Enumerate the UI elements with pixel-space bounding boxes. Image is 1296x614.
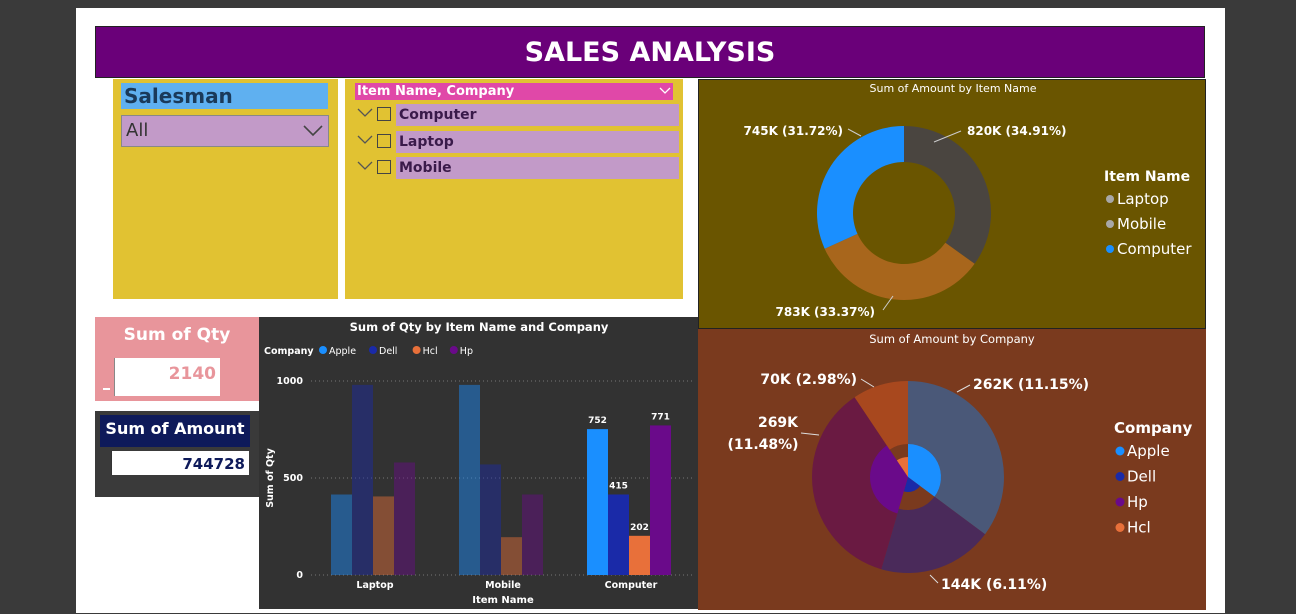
bar bbox=[373, 496, 394, 575]
leader-line bbox=[847, 128, 862, 137]
slice-data-label: 262K (11.15%) bbox=[973, 377, 1089, 393]
amount-item-donut-chart: Sum of Amount by Item Name 820K (34.91%) 7… bbox=[744, 82, 1193, 319]
bar bbox=[352, 384, 373, 575]
leader-line bbox=[956, 384, 971, 393]
chevron-down-icon[interactable] bbox=[659, 87, 671, 95]
qty-card-marker bbox=[103, 388, 110, 390]
bar bbox=[331, 494, 352, 575]
chart-title: Sum of Amount by Company bbox=[869, 332, 1035, 346]
chart-title: Sum of Amount by Item Name bbox=[870, 82, 1037, 95]
bar bbox=[608, 494, 629, 575]
item-slicer-item[interactable]: Mobile bbox=[355, 157, 679, 179]
bar bbox=[459, 384, 480, 575]
qty-bar-chart-panel: Sum of Qty by Item Name and Company Compa… bbox=[259, 317, 698, 609]
legend-marker bbox=[1115, 497, 1125, 507]
legend-marker bbox=[1115, 446, 1125, 456]
item-slicer-header: Item Name, Company bbox=[355, 83, 673, 100]
legend-marker bbox=[412, 346, 421, 354]
item-slicer-item-label: Computer bbox=[396, 104, 679, 126]
legend-label: Hcl bbox=[423, 346, 438, 357]
item-slicer-header-label: Item Name, Company bbox=[357, 84, 515, 99]
legend-label: Hp bbox=[1127, 493, 1148, 511]
bar-data-label: 415 bbox=[609, 481, 628, 491]
leader-line bbox=[929, 574, 939, 584]
checkbox[interactable] bbox=[377, 107, 391, 121]
legend-label: Dell bbox=[1127, 468, 1156, 486]
legend-label: Apple bbox=[329, 346, 356, 357]
amount-item-donut-panel: Sum of Amount by Item Name 820K (34.91%) 7… bbox=[698, 79, 1206, 329]
checkbox[interactable] bbox=[377, 134, 391, 148]
item-slicer-item-label: Laptop bbox=[396, 131, 679, 153]
slice-data-label: 820K (34.91%) bbox=[967, 124, 1066, 138]
x-tick-label: Mobile bbox=[485, 580, 521, 591]
legend-title: Company bbox=[264, 346, 314, 357]
qty-card-value: 2140 bbox=[114, 358, 220, 396]
y-axis-label: Sum of Qty bbox=[265, 447, 276, 507]
bar bbox=[480, 464, 501, 575]
legend-marker bbox=[319, 346, 327, 354]
x-axis-label: Item Name bbox=[472, 595, 534, 606]
bar bbox=[650, 425, 671, 575]
slice-data-label: 783K (33.37%) bbox=[776, 305, 875, 319]
salesman-slicer-panel bbox=[113, 79, 338, 299]
page-title: SALES ANALYSIS bbox=[95, 26, 1205, 78]
chevron-down-icon[interactable] bbox=[357, 108, 373, 118]
x-tick-label: Laptop bbox=[356, 580, 393, 591]
legend-marker bbox=[1115, 523, 1125, 532]
chart-title: Sum of Qty by Item Name and Company bbox=[350, 320, 609, 334]
bar-data-label: 202 bbox=[630, 523, 649, 533]
legend-label: Laptop bbox=[1117, 190, 1169, 208]
legend-title: Company bbox=[1114, 419, 1192, 437]
salesman-dropdown[interactable]: All bbox=[121, 115, 329, 147]
y-tick-label: 500 bbox=[283, 473, 303, 484]
item-slicer-item-label: Mobile bbox=[396, 157, 679, 179]
slice-data-label: 269K bbox=[758, 415, 799, 431]
donut-slice bbox=[817, 126, 904, 249]
legend-label: Hp bbox=[460, 346, 473, 357]
x-tick-label: Computer bbox=[605, 580, 658, 591]
bar-data-label: 771 bbox=[651, 412, 670, 422]
slice-data-label: 70K (2.98%) bbox=[760, 372, 857, 388]
legend-label: Mobile bbox=[1117, 215, 1166, 233]
chevron-down-icon bbox=[303, 125, 323, 137]
legend-label: Dell bbox=[379, 346, 397, 357]
y-tick-label: 0 bbox=[296, 570, 303, 581]
checkbox[interactable] bbox=[377, 160, 391, 174]
bar bbox=[501, 537, 522, 575]
leader-line bbox=[800, 432, 820, 436]
legend-label: Computer bbox=[1117, 240, 1192, 258]
item-slicer-item[interactable]: Computer bbox=[355, 104, 679, 126]
salesman-slicer-label: Salesman bbox=[121, 83, 328, 109]
item-slicer-item[interactable]: Laptop bbox=[355, 131, 679, 153]
bar bbox=[629, 535, 650, 575]
slice-data-label: 144K (6.11%) bbox=[941, 577, 1047, 593]
amount-card-title: Sum of Amount bbox=[100, 415, 250, 447]
legend-marker bbox=[1115, 472, 1125, 481]
bar bbox=[587, 429, 608, 575]
bar bbox=[522, 494, 543, 575]
bar-data-label: 752 bbox=[588, 416, 607, 426]
amount-card-value: 744728 bbox=[111, 451, 249, 475]
salesman-dropdown-value: All bbox=[126, 120, 149, 141]
y-tick-label: 1000 bbox=[277, 376, 304, 387]
slice-data-label: 745K (31.72%) bbox=[744, 124, 843, 138]
legend-marker bbox=[449, 346, 458, 354]
chevron-down-icon[interactable] bbox=[357, 161, 373, 171]
chevron-down-icon[interactable] bbox=[357, 135, 373, 145]
legend-marker bbox=[1106, 245, 1114, 253]
slice-data-label: (11.48%) bbox=[727, 437, 798, 453]
legend-marker bbox=[1106, 220, 1114, 228]
qty-card-title: Sum of Qty bbox=[123, 325, 231, 345]
qty-bar-chart: Sum of Qty by Item Name and Company Compa… bbox=[264, 320, 695, 606]
amount-company-pie-panel: Sum of Amount by Company 262K (11.15%) 144… bbox=[698, 329, 1206, 610]
legend-label: Hcl bbox=[1127, 519, 1151, 537]
donut-slice bbox=[904, 126, 991, 264]
amount-company-pie-chart: Sum of Amount by Company 262K (11.15%) 144… bbox=[727, 332, 1192, 593]
legend-title: Item Name bbox=[1104, 169, 1190, 185]
bar bbox=[394, 462, 415, 575]
legend-marker bbox=[1106, 195, 1114, 203]
legend-marker bbox=[369, 346, 377, 354]
legend-label: Apple bbox=[1127, 442, 1170, 460]
leader-line bbox=[860, 378, 875, 388]
